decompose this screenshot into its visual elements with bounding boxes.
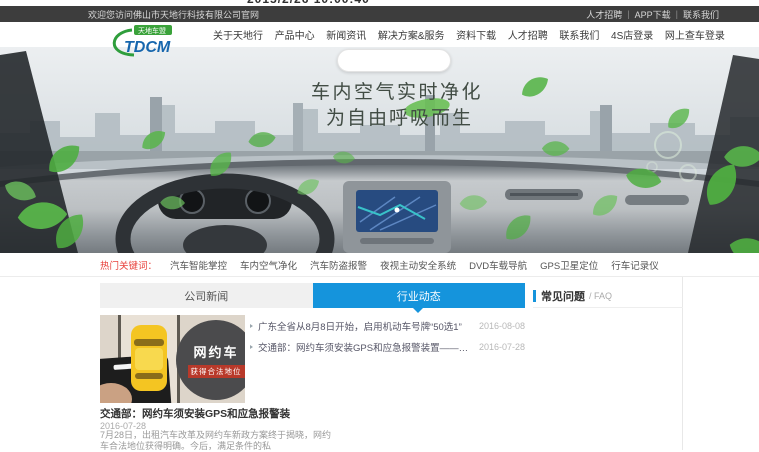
logo-badge-text: 天地车盟 bbox=[138, 26, 166, 35]
nav-item-products[interactable]: 产品中心 bbox=[275, 27, 315, 42]
keyword-dvd-nav[interactable]: DVD车载导航 bbox=[469, 258, 527, 272]
air-vent bbox=[625, 195, 689, 205]
nav-item-downloads[interactable]: 资料下载 bbox=[456, 27, 496, 42]
hot-keywords-bar: 热门关键词： 汽车智能掌控 车内空气净化 汽车防盗报警 夜视主动安全系统 DVD… bbox=[0, 253, 759, 277]
topbar: 欢迎您访问佛山市天地行科技有限公司官网 人才招聘 | APP下载 | 联系我们 bbox=[0, 6, 759, 22]
nav-item-about[interactable]: 关于天地行 bbox=[213, 27, 263, 42]
top-strip: 2015/2/26 10:00:40 bbox=[0, 0, 759, 6]
feature-news-title[interactable]: 交通部：网约车须安装GPS和应急报警装 bbox=[100, 406, 340, 421]
nav-item-solutions[interactable]: 解决方案&服务 bbox=[378, 27, 445, 42]
keyword-dashcam[interactable]: 行车记录仪 bbox=[611, 258, 659, 272]
topbar-link-app-download[interactable]: APP下载 bbox=[635, 8, 671, 21]
news-item-date: 2016-08-08 bbox=[479, 321, 525, 331]
car-roof bbox=[135, 348, 163, 370]
keyword-anti-theft[interactable]: 汽车防盗报警 bbox=[310, 258, 367, 272]
company-logo[interactable]: 天地车盟 TDCM bbox=[98, 24, 190, 62]
news-list-item[interactable]: 交通部：网约车须安装GPS和应急报警装置——网约车将合法 2016-07-28 bbox=[250, 340, 525, 354]
topbar-link-contact[interactable]: 联系我们 bbox=[683, 8, 719, 21]
nav-item-online-car-login[interactable]: 网上查车登录 bbox=[665, 27, 725, 42]
faq-title: 常见问题 bbox=[541, 288, 585, 304]
bullet-icon bbox=[250, 345, 253, 349]
news-item-title[interactable]: 交通部：网约车须安装GPS和应急报警装置——网约车将合法 bbox=[258, 340, 471, 354]
cropped-timestamp: 2015/2/26 10:00:40 bbox=[247, 0, 370, 6]
hero-banner: 车内空气实时净化 为自由呼吸而生 bbox=[0, 47, 759, 253]
news-item-date: 2016-07-28 bbox=[479, 342, 525, 352]
keyword-air-purify[interactable]: 车内空气净化 bbox=[240, 258, 297, 272]
keyword-smart-control[interactable]: 汽车智能掌控 bbox=[170, 258, 227, 272]
nav-dropdown-panel bbox=[337, 49, 451, 72]
topbar-links: 人才招聘 | APP下载 | 联系我们 bbox=[586, 8, 719, 21]
car-windshield bbox=[134, 339, 164, 346]
topbar-link-recruit[interactable]: 人才招聘 bbox=[586, 8, 622, 21]
keyword-gps[interactable]: GPS卫星定位 bbox=[540, 258, 598, 272]
tab-company-news[interactable]: 公司新闻 bbox=[100, 283, 313, 308]
separator: | bbox=[627, 9, 629, 19]
nav-item-contact[interactable]: 联系我们 bbox=[559, 27, 599, 42]
welcome-text: 欢迎您访问佛山市天地行科技有限公司官网 bbox=[88, 8, 259, 21]
feature-news-thumbnail[interactable]: 网约车 获得合法地位 bbox=[100, 315, 245, 403]
faq-subtitle: / FAQ bbox=[589, 291, 612, 301]
faq-accent-bar bbox=[533, 290, 536, 302]
thumb-badge-circle: 网约车 获得合法地位 bbox=[176, 320, 245, 400]
industry-news-list: 广东全省从8月8日开始，启用机动车号牌“50选1” 2016-08-08 交通部… bbox=[250, 319, 525, 361]
hero-slogan-line1: 车内空气实时净化 bbox=[311, 77, 483, 104]
thumb-badge-title: 网约车 bbox=[176, 342, 245, 361]
feature-news-excerpt: 7月28日，出租汽车改革及网约车新政方案终于揭晓，网约车合法地位获得明确。今后，… bbox=[100, 430, 338, 452]
tab-industry-news[interactable]: 行业动态 bbox=[313, 283, 526, 308]
active-tab-caret bbox=[413, 308, 423, 313]
bullet-icon bbox=[250, 324, 253, 328]
logo-graphic: 天地车盟 TDCM bbox=[98, 24, 190, 62]
hero-slogan-line2: 为自由呼吸而生 bbox=[326, 103, 473, 130]
logo-main-text: TDCM bbox=[124, 39, 171, 56]
main-nav: 关于天地行 产品中心 新闻资讯 解决方案&服务 资料下载 人才招聘 联系我们 4… bbox=[213, 22, 725, 47]
news-list-item[interactable]: 广东全省从8月8日开始，启用机动车号牌“50选1” 2016-08-08 bbox=[250, 319, 525, 333]
nav-item-news[interactable]: 新闻资讯 bbox=[326, 27, 366, 42]
news-item-title[interactable]: 广东全省从8月8日开始，启用机动车号牌“50选1” bbox=[258, 319, 471, 333]
car-rear-window bbox=[135, 373, 163, 379]
thumb-badge-subtitle: 获得合法地位 bbox=[188, 365, 245, 378]
news-tabs: 公司新闻 行业动态 bbox=[100, 283, 525, 308]
keyword-night-vision[interactable]: 夜视主动安全系统 bbox=[380, 258, 456, 272]
thumb-taxi-car bbox=[131, 325, 167, 391]
faq-header: 常见问题 / FAQ bbox=[533, 285, 683, 308]
separator: | bbox=[676, 9, 678, 19]
nav-item-4s-login[interactable]: 4S店登录 bbox=[611, 27, 653, 42]
hot-keywords-label: 热门关键词： bbox=[100, 258, 157, 272]
nav-item-recruit[interactable]: 人才招聘 bbox=[508, 27, 548, 42]
